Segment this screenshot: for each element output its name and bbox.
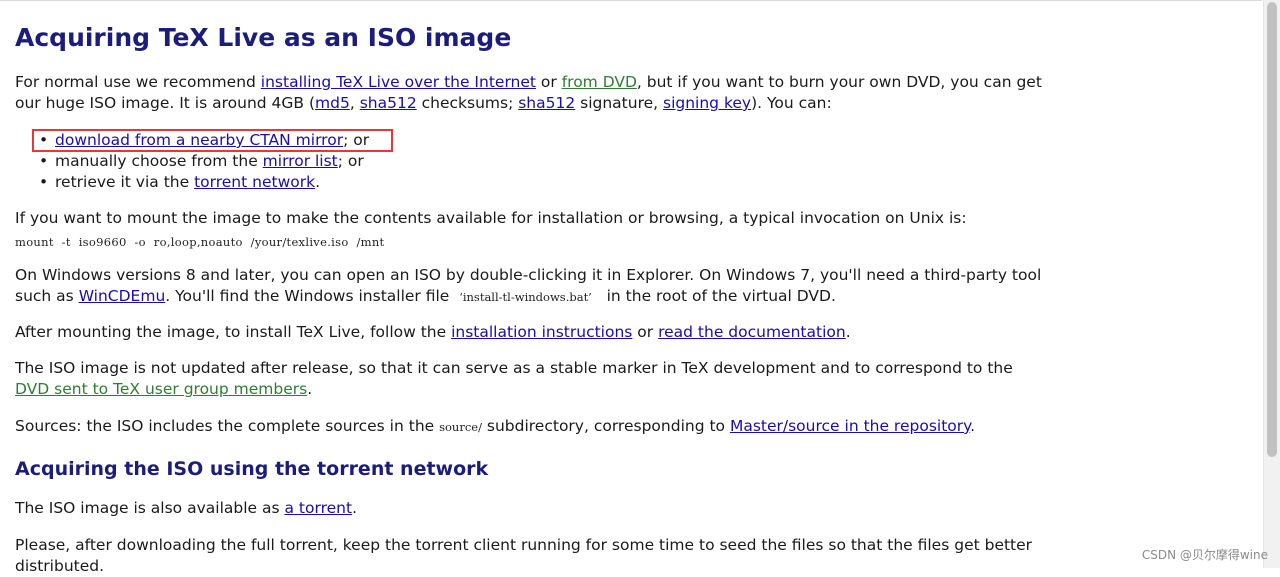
link-read-documentation[interactable]: read the documentation [658,323,846,341]
link-signing-key[interactable]: signing key [663,94,751,112]
windows-paragraph: On Windows versions 8 and later, you can… [15,266,1042,305]
download-options-list: • download from a nearby CTAN mirror; or … [15,130,955,193]
list-item-torrent: • retrieve it via the torrent network. [39,173,321,191]
sources-paragraph: Sources: the ISO includes the complete s… [15,417,976,435]
csdn-watermark: CSDN @贝尔摩得wine [1141,548,1268,562]
top-border [0,0,1262,1]
mount-command: mount -t iso9660 -o ro,loop,noauto /your… [15,235,385,249]
link-mirror-list[interactable]: mirror list [263,152,338,170]
torrent-paragraph: The ISO image is also available as a tor… [15,499,357,517]
link-install-over-internet[interactable]: installing TeX Live over the Internet [261,73,536,91]
torrent-section-heading: Acquiring the ISO using the torrent netw… [15,458,489,480]
scrollbar-thumb[interactable] [1267,2,1277,457]
link-master-source-repo[interactable]: Master/source in the repository [730,417,970,435]
install-paragraph: After mounting the image, to install TeX… [15,323,851,341]
intro-paragraph: For normal use we recommend installing T… [15,73,1042,112]
link-sha512-checksum[interactable]: sha512 [360,94,417,112]
link-nearby-ctan-mirror[interactable]: download from a nearby CTAN mirror [55,131,343,149]
link-sha512-signature[interactable]: sha512 [518,94,575,112]
source-dir-code: source/ [439,420,482,434]
list-item-nearby-mirror: • download from a nearby CTAN mirror; or [39,131,370,149]
link-from-dvd[interactable]: from DVD [562,73,637,91]
mount-paragraph: If you want to mount the image to make t… [15,209,967,227]
link-dvd-user-group[interactable]: DVD sent to TeX user group members [15,380,307,398]
vertical-scrollbar[interactable] [1263,0,1280,568]
list-item-mirror-list: • manually choose from the mirror list; o… [39,152,364,170]
page-title: Acquiring TeX Live as an ISO image [15,23,512,52]
link-wincdemu[interactable]: WinCDEmu [79,287,166,305]
installer-filename: ‘install-tl-windows.bat’ [459,290,592,304]
seed-paragraph: Please, after downloading the full torre… [15,536,1033,575]
link-installation-instructions[interactable]: installation instructions [451,323,632,341]
link-a-torrent[interactable]: a torrent [285,499,353,517]
link-torrent-network[interactable]: torrent network [194,173,315,191]
link-md5[interactable]: md5 [315,94,350,112]
stable-marker-paragraph: The ISO image is not updated after relea… [15,359,1013,398]
